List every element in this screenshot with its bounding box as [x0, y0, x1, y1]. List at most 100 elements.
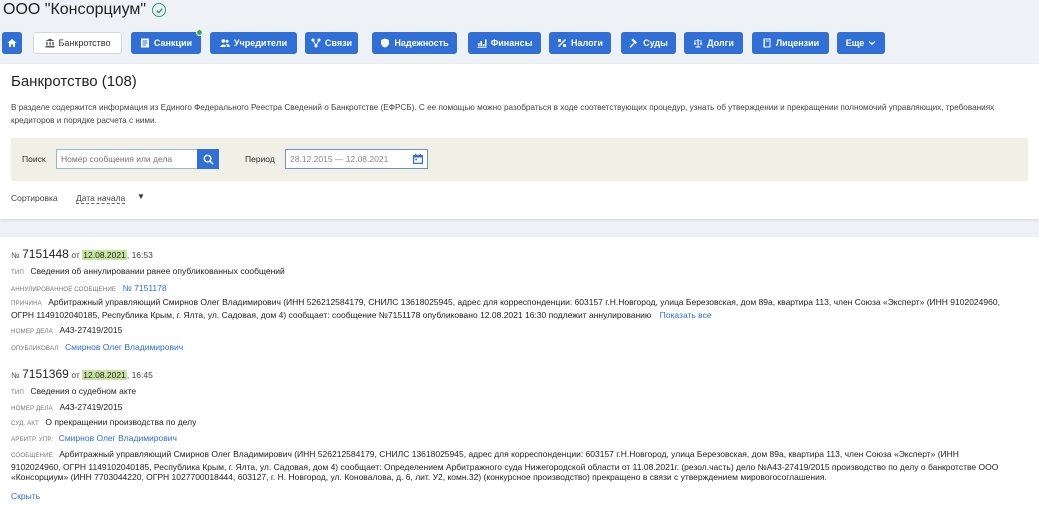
number-sign: №: [11, 371, 20, 380]
case-key: Номер дела: [11, 405, 53, 412]
published-key: Опубликовал: [11, 345, 59, 352]
message-date: 12.08.2021: [82, 250, 127, 260]
tab-founders[interactable]: Учредители: [210, 32, 297, 54]
case-value: А43-27419/2015: [59, 325, 123, 335]
date-prefix: от: [71, 250, 80, 260]
caret-down-icon[interactable]: ▼: [137, 192, 145, 201]
hide-row: Скрыть: [11, 491, 40, 501]
company-name: ООО "Консорциум": [3, 1, 147, 18]
search-button[interactable]: [197, 149, 219, 169]
tab-courts[interactable]: Суды: [621, 32, 676, 54]
message-value: Арбитражный управляющий Смирнов Олег Вла…: [11, 449, 999, 482]
book-icon: [763, 38, 771, 48]
messages-list: № 7151448 от 12.08.2021, 16:53 Тип Сведе…: [0, 237, 1039, 511]
sort-select[interactable]: Дата начала: [76, 193, 126, 204]
verified-check-icon: [152, 3, 167, 17]
gavel-icon: [629, 38, 638, 48]
tab-sanctions[interactable]: Санкции: [131, 29, 203, 54]
message-number: 7151369: [22, 367, 69, 381]
chevron-down-icon: [869, 40, 876, 46]
message-text-row: Сообщение Арбитражный управляющий Смирно…: [11, 449, 1006, 483]
type-value: Сведения о судебном акте: [30, 386, 137, 396]
court-act-row: Суд. акт О прекращении производства по д…: [11, 417, 196, 427]
message-type-row: Тип Сведения о судебном акте: [11, 386, 136, 396]
reason-row: Причина Арбитражный управляющий Смирнов …: [11, 297, 1006, 320]
home-button[interactable]: [2, 32, 22, 54]
tab-links[interactable]: Связи: [305, 32, 358, 54]
type-key: Тип: [11, 389, 24, 396]
search-label: Поиск: [22, 154, 46, 164]
period-label: Период: [245, 154, 275, 164]
message-number: 7151448: [22, 247, 69, 261]
publisher-link[interactable]: Смирнов Олег Владимирович: [65, 342, 183, 352]
case-value: А43-27419/2015: [59, 402, 123, 412]
bankruptcy-summary-card: Банкротство (108) В разделе содержится и…: [0, 64, 1039, 219]
message-type-row: Тип Сведения об аннулировании ранее опуб…: [11, 266, 285, 276]
calendar-icon[interactable]: [412, 153, 424, 165]
more-label: Еще: [845, 38, 865, 48]
show-all-link[interactable]: Показать все: [660, 310, 712, 320]
reason-value: Арбитражный управляющий Смирнов Олег Вла…: [11, 297, 1000, 320]
message-date: 12.08.2021: [82, 370, 127, 380]
tab-finance[interactable]: Финансы: [468, 32, 541, 54]
tab-debts[interactable]: Долги: [684, 32, 743, 54]
tab-licenses-label: Лицензии: [775, 38, 820, 48]
message-header: № 7151369 от 12.08.2021, 16:45: [11, 367, 153, 381]
list-item: № 7151448 от 12.08.2021, 16:53 Тип Сведе…: [11, 245, 1021, 355]
period-input[interactable]: 28.12.2015 — 12.08.2021: [285, 149, 428, 169]
percent-icon: [557, 38, 567, 48]
users-icon: [220, 39, 230, 47]
scales-icon: [693, 39, 703, 48]
tab-founders-label: Учредители: [233, 38, 288, 48]
manager-key: Арбитр. упр.: [11, 436, 53, 443]
tab-taxes[interactable]: Налоги: [549, 32, 611, 54]
message-key: Сообщение: [11, 452, 53, 459]
tab-licenses[interactable]: Лицензии: [752, 32, 829, 54]
company-title-block: ООО "Консорциум": [3, 1, 167, 19]
tab-debts-label: Долги: [707, 38, 734, 48]
tab-reliability-label: Надежность: [394, 38, 449, 48]
new-indicator-dot: [196, 29, 203, 36]
home-icon: [7, 39, 17, 47]
section-description: В разделе содержится информация из Едино…: [11, 103, 995, 125]
tab-bankruptcy[interactable]: Банкротство: [33, 32, 122, 54]
tab-bankruptcy-label: Банкротство: [58, 38, 111, 48]
case-number-row: Номер дела А43-27419/2015: [11, 325, 122, 335]
published-by-row: Опубликовал Смирнов Олег Владимирович: [11, 342, 183, 352]
reason-key: Причина: [11, 300, 42, 307]
search-input[interactable]: [56, 149, 198, 169]
arbitration-manager-row: Арбитр. упр. Смирнов Олег Владимирович: [11, 433, 177, 443]
case-number-row: Номер дела А43-27419/2015: [11, 402, 122, 412]
filter-bar: Поиск Период 28.12.2015 — 12.08.2021: [11, 138, 1028, 181]
list-item: № 7151369 от 12.08.2021, 16:45 Тип Сведе…: [11, 365, 1021, 511]
message-time: , 16:53: [126, 250, 153, 260]
document-icon: [140, 38, 149, 48]
tab-courts-label: Суды: [643, 38, 668, 48]
more-dropdown-button[interactable]: Еще: [837, 32, 885, 54]
type-key: Тип: [11, 269, 24, 276]
sort-label: Сортировка: [11, 193, 58, 203]
section-title: Банкротство (108): [11, 73, 137, 90]
hide-link[interactable]: Скрыть: [11, 491, 40, 501]
annulled-key: Аннулированное сообщение: [11, 286, 117, 293]
bank-icon: [45, 38, 55, 48]
message-time: , 16:45: [126, 370, 153, 380]
annulled-message-link[interactable]: № 7151178: [123, 283, 167, 293]
manager-link[interactable]: Смирнов Олег Владимирович: [59, 433, 177, 443]
message-header: № 7151448 от 12.08.2021, 16:53: [11, 247, 153, 261]
annulled-row: Аннулированное сообщение № 7151178: [11, 283, 167, 293]
type-value: Сведения об аннулировании ранее опублико…: [30, 266, 285, 276]
tab-links-label: Связи: [324, 38, 353, 48]
act-key: Суд. акт: [11, 420, 39, 427]
network-icon: [311, 38, 321, 48]
tab-sanctions-label: Санкции: [153, 38, 193, 48]
act-value: О прекращении производства по делу: [45, 417, 197, 427]
tab-taxes-label: Налоги: [571, 38, 603, 48]
period-value: 28.12.2015 — 12.08.2021: [290, 154, 389, 164]
date-prefix: от: [71, 370, 80, 380]
tab-finance-label: Финансы: [490, 38, 533, 48]
number-sign: №: [11, 251, 20, 260]
tab-reliability[interactable]: Надежность: [372, 32, 457, 54]
case-key: Номер дела: [11, 328, 53, 335]
search-icon: [203, 154, 214, 165]
